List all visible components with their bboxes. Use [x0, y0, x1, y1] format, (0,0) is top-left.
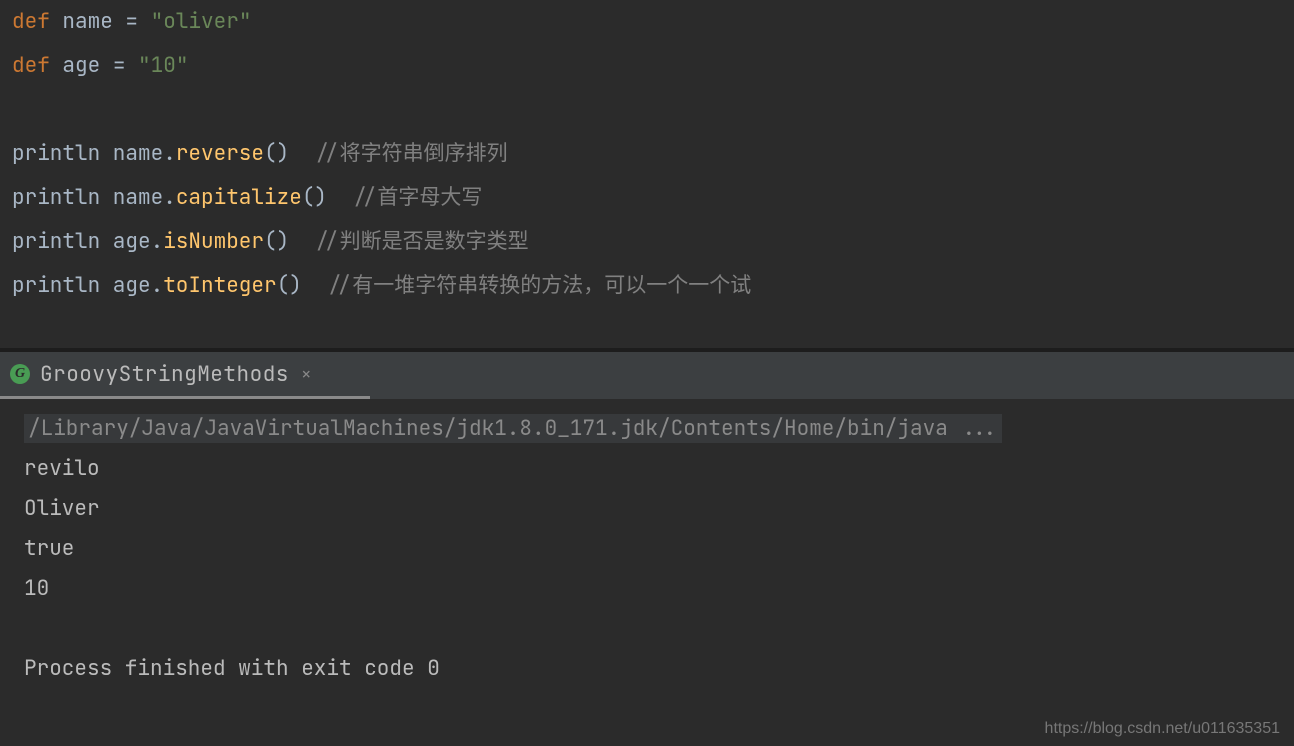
console-line: Oliver	[24, 489, 1270, 529]
code-line[interactable]: def name = "oliver"	[12, 0, 1282, 44]
code-line[interactable]: def age = "10"	[12, 44, 1282, 88]
code-token: =	[113, 44, 138, 88]
code-token: reverse	[176, 132, 264, 176]
console-command: /Library/Java/JavaVirtualMachines/jdk1.8…	[24, 414, 1002, 443]
code-token: //首字母大写	[352, 176, 482, 220]
code-token: //判断是否是数字类型	[314, 220, 528, 264]
code-token: "10"	[138, 44, 188, 88]
watermark: https://blog.csdn.net/u011635351	[1045, 720, 1280, 738]
run-tab-label[interactable]: GroovyStringMethods	[40, 361, 289, 388]
code-token: =	[125, 0, 150, 44]
code-token: println name.	[12, 132, 176, 176]
code-token: isNumber	[163, 220, 264, 264]
groovy-icon: G	[10, 364, 30, 384]
code-editor[interactable]: def name = "oliver"def age = "10" printl…	[0, 0, 1294, 308]
console-line	[24, 609, 1270, 649]
code-line[interactable]: println age.isNumber() //判断是否是数字类型	[12, 220, 1282, 264]
editor-gap	[0, 308, 1294, 348]
run-tab-row: G GroovyStringMethods ×	[0, 352, 1294, 396]
console-line: true	[24, 529, 1270, 569]
code-token: //有一堆字符串转换的方法，可以一个一个试	[327, 264, 751, 308]
code-token: ()	[277, 264, 327, 308]
code-token: ()	[302, 176, 352, 220]
close-icon[interactable]: ×	[301, 363, 312, 386]
console-line: 10	[24, 569, 1270, 609]
code-line[interactable]: println name.reverse() //将字符串倒序排列	[12, 132, 1282, 176]
code-token: println name.	[12, 176, 176, 220]
code-token: //将字符串倒序排列	[314, 132, 507, 176]
code-token: name	[50, 0, 126, 44]
code-line[interactable]: println name.capitalize() //首字母大写	[12, 176, 1282, 220]
code-token: println age.	[12, 220, 163, 264]
code-token: ()	[264, 220, 314, 264]
code-line[interactable]: println age.toInteger() //有一堆字符串转换的方法，可以…	[12, 264, 1282, 308]
code-line[interactable]	[12, 88, 1282, 132]
run-panel: G GroovyStringMethods × /Library/Java/Ja…	[0, 352, 1294, 689]
code-token: "oliver"	[151, 0, 252, 44]
code-token: capitalize	[176, 176, 302, 220]
code-token: def	[12, 0, 50, 44]
code-token: ()	[264, 132, 314, 176]
code-token: def	[12, 44, 50, 88]
console-line: Process finished with exit code 0	[24, 649, 1270, 689]
console-line: revilo	[24, 449, 1270, 489]
code-token: println age.	[12, 264, 163, 308]
code-token: age	[50, 44, 113, 88]
console-output[interactable]: /Library/Java/JavaVirtualMachines/jdk1.8…	[0, 399, 1294, 689]
code-token: toInteger	[163, 264, 276, 308]
